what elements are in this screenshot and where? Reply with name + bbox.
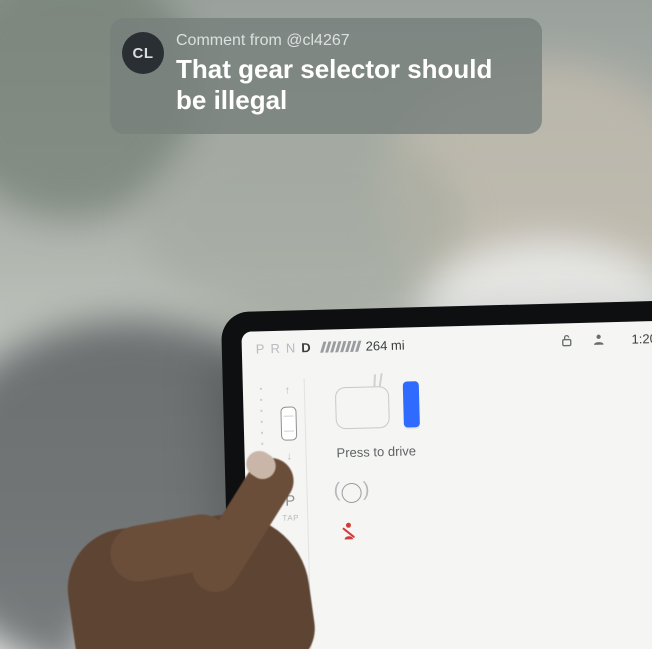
park-button[interactable]: P [285,492,295,509]
park-tap-label: TAP [282,513,299,522]
car-touchscreen-bezel: P R N D 264 mi [221,300,652,649]
car-touchscreen[interactable]: P R N D 264 mi [241,320,652,649]
prnd-indicator: P R N D [256,339,312,355]
steering-warning-icon: ( ) [337,482,366,505]
unlock-icon[interactable] [557,331,575,349]
battery-level-icon [321,340,359,352]
clock-time: 1:20 p [607,330,652,347]
comment-overlay-card: CL Comment from @cl4267 That gear select… [110,18,542,134]
gear-down-arrow-icon: ↓ [286,451,292,463]
scene-root: CL Comment from @cl4267 That gear select… [0,0,652,649]
brake-pedal-icon[interactable] [335,386,390,429]
gear-strip-texture [257,383,273,649]
range-miles: 264 mi [365,337,404,353]
comment-avatar-initials: CL [133,45,154,62]
bg-blob [140,120,460,320]
drive-swipe-indicator[interactable] [403,381,420,427]
seatbelt-warning-icon [338,520,359,543]
drive-prompt-row [335,375,652,430]
prnd-r: R [270,340,281,355]
warning-icons-column: ( ) [337,474,652,543]
main-panel: Press to drive ( ) [321,366,652,649]
prnd-d: D [301,339,312,354]
status-bar: P R N D 264 mi [241,320,652,366]
comment-avatar: CL [122,32,164,74]
drive-prompt-text: Press to drive [336,437,652,461]
car-silhouette-icon[interactable] [280,406,297,440]
prnd-p: P [256,341,266,356]
gear-up-arrow-icon: ↑ [285,385,291,397]
gear-selector-strip[interactable]: ↑ ↓ P TAP [271,378,313,649]
profile-icon[interactable] [589,330,607,348]
comment-text: That gear selector should be illegal [176,54,522,116]
prnd-n: N [286,340,297,355]
comment-from-line: Comment from @cl4267 [176,32,522,50]
